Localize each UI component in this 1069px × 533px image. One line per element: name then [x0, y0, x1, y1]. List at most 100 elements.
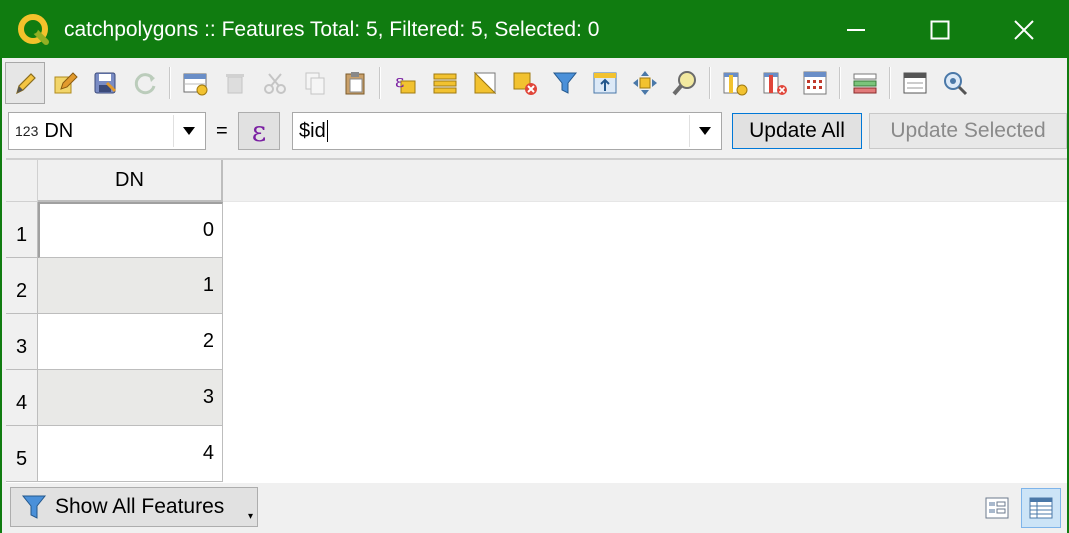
paste-button[interactable] [335, 62, 375, 104]
row-number[interactable]: 2 [6, 258, 38, 314]
table-cell-dn[interactable]: 0 [38, 202, 223, 258]
table-cell-dn[interactable]: 2 [38, 314, 223, 370]
chevron-down-icon: ▾ [247, 511, 253, 522]
table-row[interactable]: 3 2 [6, 314, 223, 370]
reload-button[interactable] [125, 62, 165, 104]
minimize-button[interactable] [814, 2, 898, 58]
paste-icon [345, 72, 365, 95]
form-view-button[interactable] [977, 488, 1017, 528]
chevron-down-icon[interactable] [173, 115, 203, 147]
row-number[interactable]: 3 [6, 314, 38, 370]
table-row[interactable]: 4 3 [6, 370, 223, 426]
toolbar-separator [709, 67, 711, 99]
expression-builder-button[interactable]: ε [238, 112, 280, 150]
qgis-logo-icon [14, 10, 54, 50]
toolbar-separator [169, 67, 171, 99]
row-number[interactable]: 1 [6, 202, 38, 258]
equals-sign: = [216, 120, 228, 142]
new-field-icon [723, 72, 748, 96]
expression-input[interactable]: $id [292, 112, 722, 150]
table-row[interactable]: 2 1 [6, 258, 223, 314]
toolbar-separator [379, 67, 381, 99]
status-bar: Show All Features ▾ [2, 484, 1067, 533]
form-view-icon [985, 497, 1009, 519]
conditional-formatting-button[interactable] [845, 62, 885, 104]
dock-icon [903, 72, 927, 94]
reload-icon [134, 73, 156, 95]
save-edits-icon [94, 72, 117, 94]
invert-selection-button[interactable] [465, 62, 505, 104]
add-feature-icon [183, 73, 208, 96]
field-calculator-button[interactable] [795, 62, 835, 104]
table-cell-dn[interactable]: 4 [38, 426, 223, 482]
show-features-label: Show All Features [55, 495, 225, 518]
select-by-expression-button[interactable]: ε [385, 62, 425, 104]
pan-map-to-selection-button[interactable] [625, 62, 665, 104]
table-view-button[interactable] [1021, 488, 1061, 528]
table-corner-button[interactable] [6, 160, 38, 202]
window-title: catchpolygons :: Features Total: 5, Filt… [64, 18, 600, 41]
invert-selection-icon [473, 71, 497, 95]
filter-icon [552, 72, 578, 94]
row-number[interactable]: 4 [6, 370, 38, 426]
maximize-button[interactable] [898, 2, 982, 58]
deselect-icon [513, 72, 537, 95]
filter-icon [21, 493, 47, 521]
field-name-value: DN [44, 119, 74, 142]
chevron-down-icon[interactable] [689, 115, 719, 147]
copy-icon [305, 72, 325, 95]
select-all-button[interactable] [425, 62, 465, 104]
column-header-dn[interactable]: DN [38, 160, 223, 202]
update-selected-button[interactable]: Update Selected [869, 113, 1067, 149]
pan-map-icon [633, 71, 657, 95]
move-selection-to-top-button[interactable] [585, 62, 625, 104]
show-all-features-button[interactable]: Show All Features ▾ [10, 487, 258, 527]
update-all-button[interactable]: Update All [732, 113, 862, 149]
add-feature-button[interactable] [175, 62, 215, 104]
epsilon-icon: ε [251, 114, 267, 148]
delete-feature-button[interactable] [215, 62, 255, 104]
new-field-button[interactable] [715, 62, 755, 104]
filter-button[interactable] [545, 62, 585, 104]
expression-select-icon: ε [395, 71, 416, 94]
field-calculator-bar: 123 DN = ε $id Update All Update Selecte… [2, 110, 1067, 154]
delete-field-icon [763, 72, 787, 95]
zoom-map-icon [672, 71, 696, 96]
actions-icon [944, 72, 968, 96]
table-row[interactable]: 5 4 [6, 426, 223, 482]
delete-feature-icon [226, 74, 244, 94]
copy-button[interactable] [295, 62, 335, 104]
attribute-table: DN 1 0 2 1 3 2 4 3 5 4 [6, 158, 1067, 483]
expression-value: $id [299, 119, 328, 143]
toolbar-separator [839, 67, 841, 99]
cut-icon [264, 73, 286, 94]
row-number[interactable]: 5 [6, 426, 38, 482]
title-bar[interactable]: catchpolygons :: Features Total: 5, Filt… [2, 2, 1067, 58]
move-selection-top-icon [593, 72, 617, 94]
toggle-editing-button[interactable] [5, 62, 45, 104]
deselect-all-button[interactable] [505, 62, 545, 104]
table-row[interactable]: 1 0 [6, 202, 223, 258]
conditional-format-icon [853, 73, 877, 94]
actions-button[interactable] [935, 62, 975, 104]
select-all-icon [433, 73, 457, 94]
field-select-combo[interactable]: 123 DN [8, 112, 206, 150]
svg-text:ε: ε [395, 71, 404, 92]
multi-edit-icon [54, 72, 78, 94]
table-cell-dn[interactable]: 1 [38, 258, 223, 314]
field-type-label: 123 [15, 123, 39, 139]
toolbar-separator [889, 67, 891, 99]
save-edits-button[interactable] [85, 62, 125, 104]
table-view-icon [1029, 497, 1053, 519]
cut-button[interactable] [255, 62, 295, 104]
zoom-map-to-selection-button[interactable] [665, 62, 705, 104]
multi-edit-button[interactable] [45, 62, 85, 104]
table-cell-dn[interactable]: 3 [38, 370, 223, 426]
close-button[interactable] [982, 2, 1066, 58]
pencil-icon [16, 73, 36, 95]
field-calculator-icon [803, 71, 827, 95]
attribute-toolbar: ε [5, 60, 1067, 106]
delete-field-button[interactable] [755, 62, 795, 104]
attribute-table-window: catchpolygons :: Features Total: 5, Filt… [0, 0, 1069, 533]
dock-attribute-table-button[interactable] [895, 62, 935, 104]
